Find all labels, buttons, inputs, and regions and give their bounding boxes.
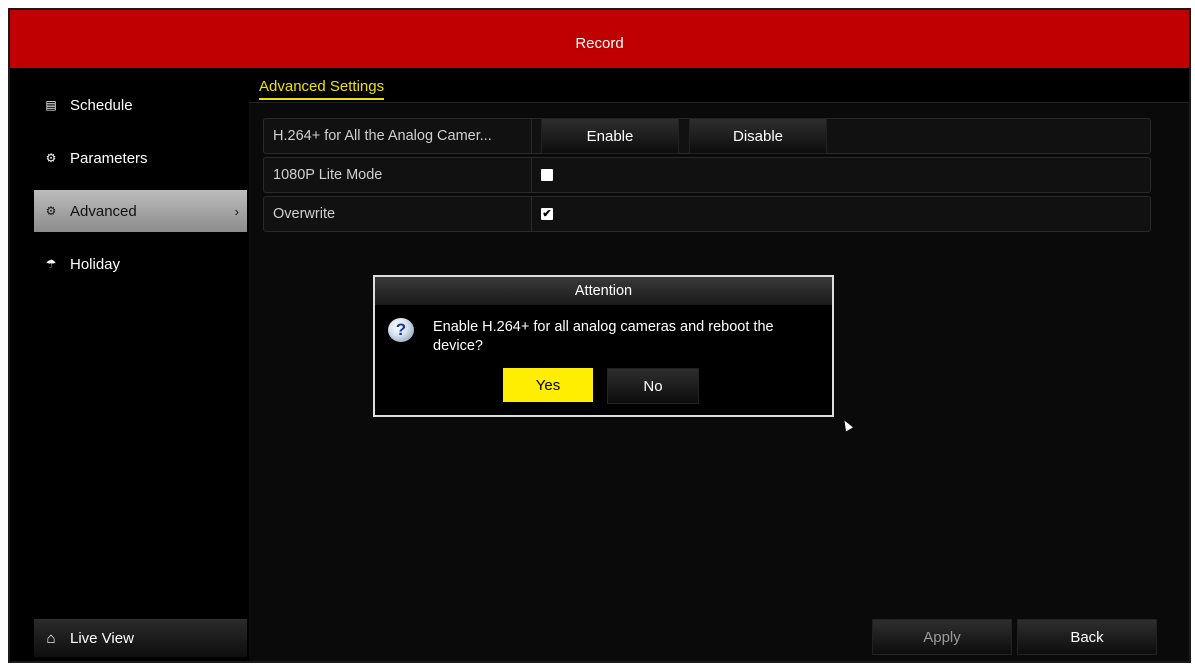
home-icon: ⌂ — [46, 630, 56, 647]
sidebar-item-advanced[interactable]: ⚙ Advanced › — [34, 190, 247, 232]
live-view-button[interactable]: ⌂ Live View — [34, 619, 247, 657]
question-icon: ? — [388, 318, 414, 342]
window-title-text: Record — [575, 34, 624, 52]
apply-button[interactable]: Apply — [872, 619, 1012, 655]
sidebar-item-label: Parameters — [70, 149, 148, 167]
calendar-icon: ▤ — [45, 98, 57, 112]
sidebar: ▤ Schedule ⚙ Parameters ⚙ Advanced › ☂ H… — [10, 68, 249, 661]
lite-mode-checkbox[interactable] — [541, 169, 553, 181]
lite-mode-row: 1080P Lite Mode — [263, 157, 1151, 193]
dialog-title: Attention — [375, 277, 832, 305]
back-button[interactable]: Back — [1017, 619, 1157, 655]
disable-button[interactable]: Disable — [689, 118, 827, 154]
overwrite-checkbox[interactable]: ✔ — [541, 208, 553, 220]
sidebar-item-label: Holiday — [70, 255, 121, 273]
attention-dialog: Attention ? Enable H.264+ for all analog… — [373, 275, 834, 417]
sidebar-item-label: Schedule — [70, 96, 133, 114]
record-window: Record ▤ Schedule ⚙ Parameters ⚙ Advance… — [8, 8, 1191, 663]
sidebar-item-schedule[interactable]: ▤ Schedule — [34, 84, 247, 126]
overwrite-label: Overwrite — [264, 197, 532, 231]
tab-advanced-settings[interactable]: Advanced Settings — [259, 78, 385, 100]
sidebar-item-label: Advanced — [70, 202, 137, 220]
enable-button[interactable]: Enable — [541, 118, 679, 154]
sidebar-item-parameters[interactable]: ⚙ Parameters — [34, 137, 247, 179]
h264-setting-label: H.264+ for All the Analog Camer... — [264, 119, 532, 153]
tab-bar: Advanced Settings — [249, 68, 1189, 103]
umbrella-icon: ☂ — [45, 257, 57, 271]
live-view-label: Live View — [70, 630, 134, 647]
advanced-gears-icon: ⚙ — [45, 204, 57, 218]
yes-button[interactable]: Yes — [503, 368, 593, 402]
sidebar-item-holiday[interactable]: ☂ Holiday — [34, 243, 247, 285]
overwrite-row: Overwrite ✔ — [263, 196, 1151, 232]
window-title: Record — [10, 10, 1189, 76]
gear-icon: ⚙ — [45, 151, 57, 165]
chevron-right-icon: › — [234, 203, 239, 219]
dialog-message: Enable H.264+ for all analog cameras and… — [433, 319, 774, 354]
lite-mode-label: 1080P Lite Mode — [264, 158, 532, 192]
no-button[interactable]: No — [607, 368, 699, 404]
